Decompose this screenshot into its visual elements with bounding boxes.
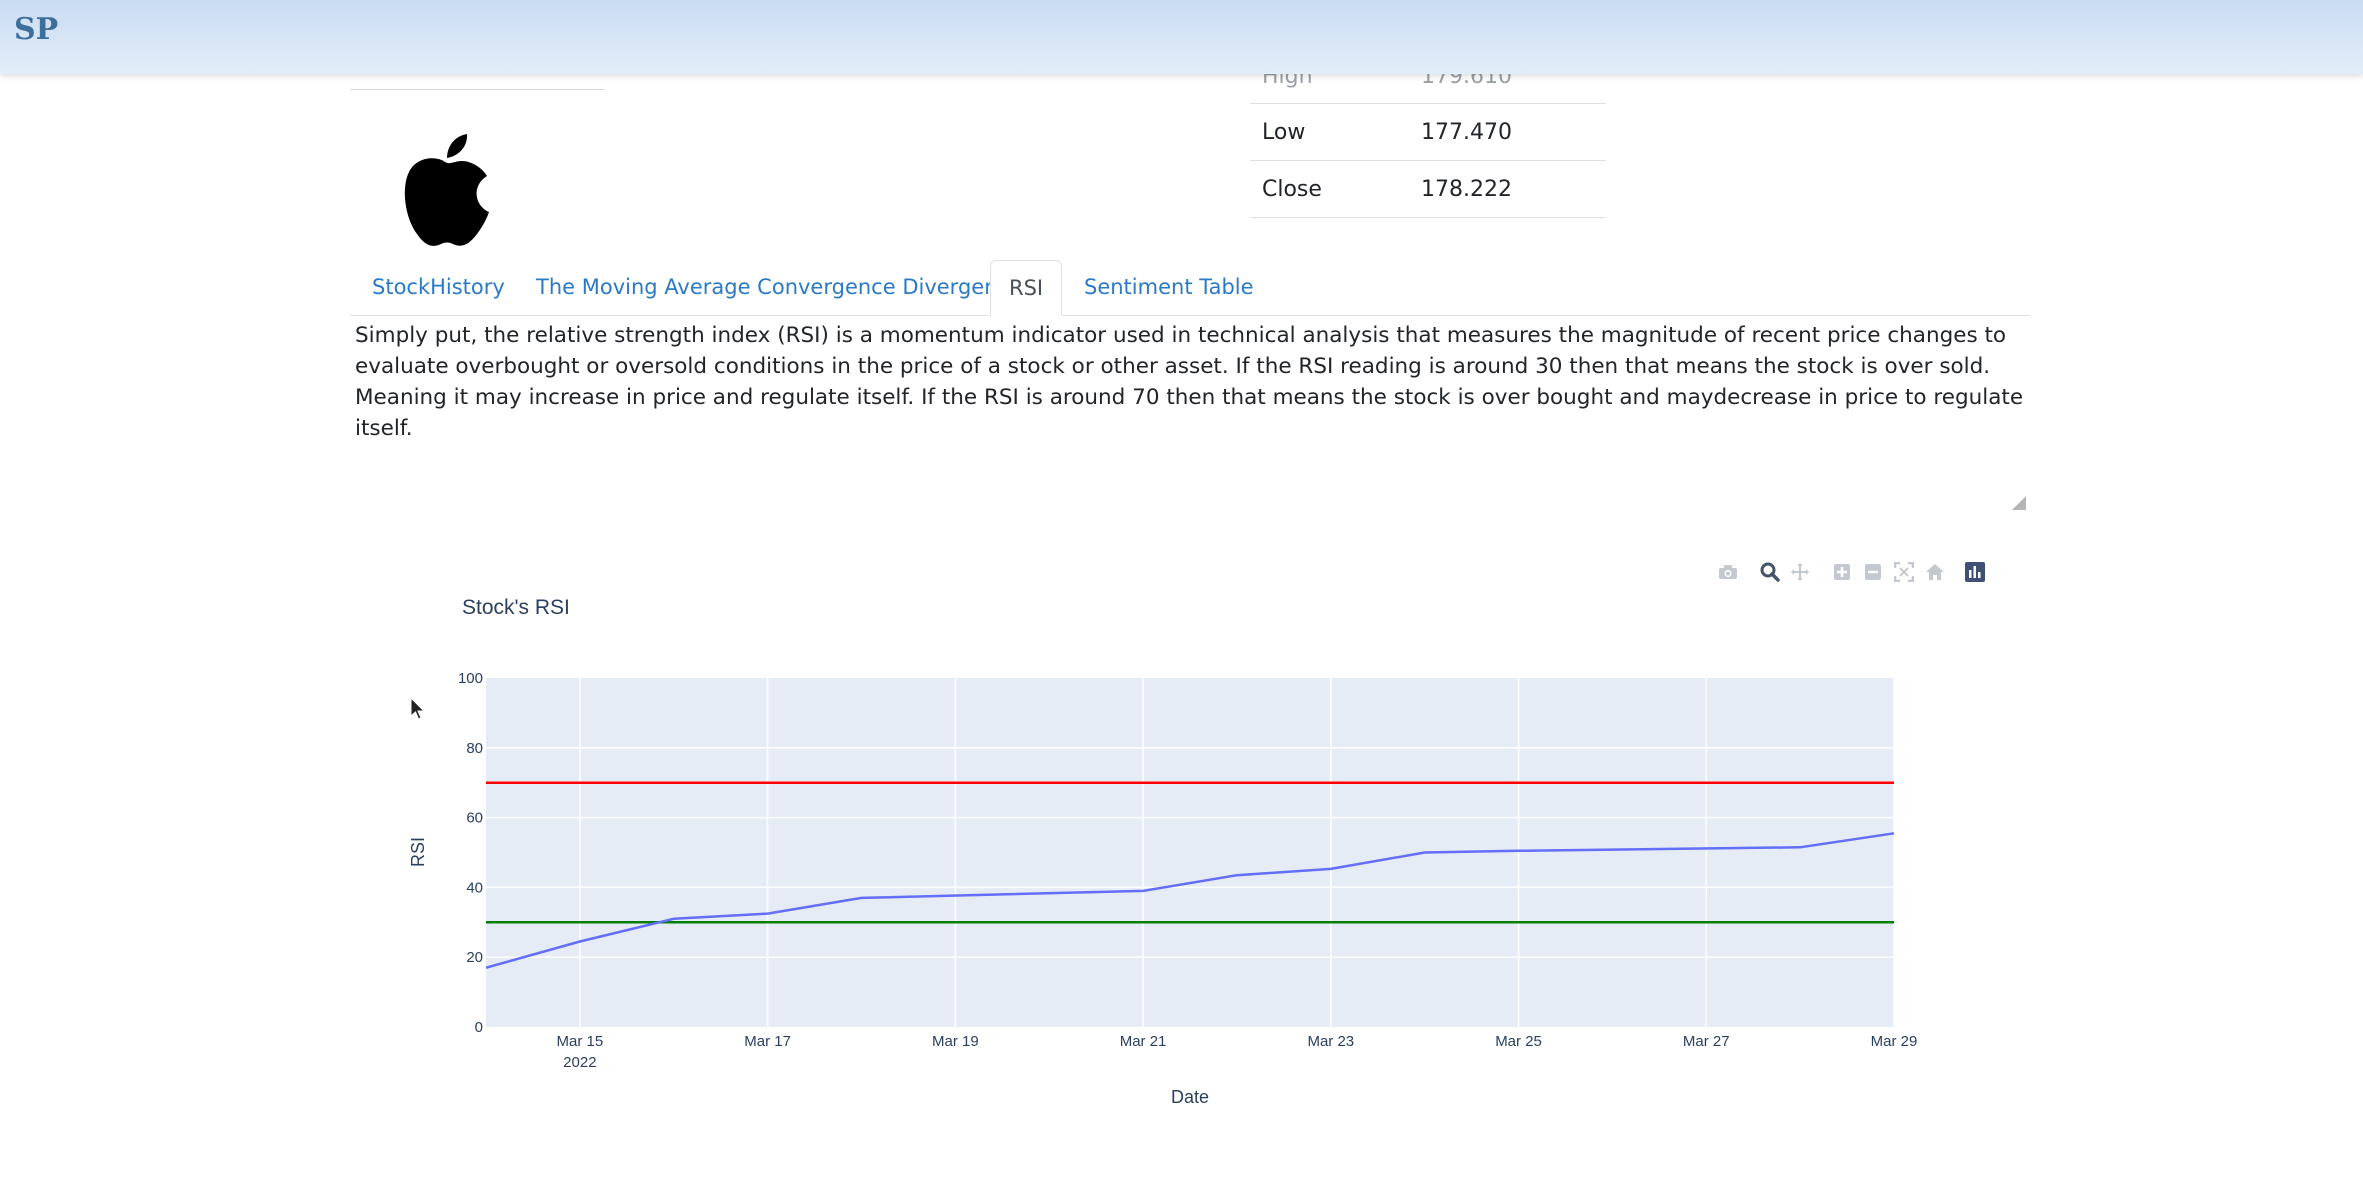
x-tick-sublabel: 2022 [563,1054,596,1071]
rsi-description: Simply put, the relative strength index … [355,323,2024,441]
y-tick-label: 100 [458,670,483,687]
y-tick-label: 80 [466,740,483,757]
row-value: 178.222 [1409,160,1606,218]
tab-bar: StockHistory The Moving Average Converge… [350,260,2030,316]
rsi-line [485,832,1895,969]
resize-handle-icon[interactable] [2012,496,2026,510]
table-row: Low 177.470 [1250,103,1606,161]
x-tick-label: Mar 17 [744,1033,791,1050]
app-logo[interactable]: SP [14,12,58,47]
x-tick-label: Mar 21 [1120,1033,1167,1050]
x-tick-label: Mar 19 [932,1033,979,1050]
divider [350,89,605,90]
rsi-series [485,832,1895,969]
x-tick-label: Mar 29 [1871,1033,1918,1050]
x-axis-label: Date [1171,1087,1209,1107]
reference-lines [486,781,1894,924]
y-tick-label: 20 [466,949,483,966]
x-tick-label: Mar 27 [1683,1033,1730,1050]
zoom-out-icon[interactable] [1861,556,1885,588]
row-label: Close [1250,160,1409,218]
company-logo-icon [404,134,489,246]
x-tick-label: Mar 23 [1307,1033,1354,1050]
x-tick-labels: Mar 15 2022 Mar 17 Mar 19 Mar 21 Mar 23 Mar 25… [557,1033,1918,1071]
autoscale-icon[interactable] [1892,556,1916,588]
reset-axes-icon[interactable] [1923,556,1947,588]
y-tick-label: 0 [475,1019,483,1036]
x-tick-label: Mar 25 [1495,1033,1542,1050]
row-value: 177.470 [1409,103,1606,161]
y-axis-label: RSI [408,837,428,867]
zoom-icon[interactable] [1758,556,1782,588]
zoom-in-icon[interactable] [1830,556,1854,588]
y-tick-label: 40 [466,879,483,896]
plotly-logo-icon[interactable] [1963,556,1987,588]
y-tick-label: 60 [466,810,483,827]
row-label: Low [1250,103,1409,161]
x-tick-label: Mar 15 [557,1033,604,1050]
table-row: Close 178.222 [1250,160,1606,218]
tab-rsi[interactable]: RSI [990,260,1063,316]
y-tick-labels: 0 20 40 60 80 100 [458,670,483,1036]
x-gridlines [579,678,1895,1027]
chart-title: Stock's RSI [462,596,570,619]
tab-stock-history[interactable]: StockHistory [354,260,523,314]
tab-sentiment-table[interactable]: Sentiment Table [1066,260,1272,314]
camera-icon[interactable] [1716,556,1740,588]
tab-macd[interactable]: The Moving Average Convergence Divergenc… [518,260,1040,314]
y-gridlines [486,747,1894,958]
plot-area [486,678,1894,1027]
top-navbar: SP [0,0,2363,74]
mouse-cursor-icon [410,697,426,720]
pan-icon[interactable] [1788,556,1812,588]
rsi-chart: Stock's RSI 020406080100 Mar 152022Mar 1… [408,596,1918,1107]
stock-values-table: High 179.610 Low 177.470 Close 178.222 [1250,50,1606,218]
